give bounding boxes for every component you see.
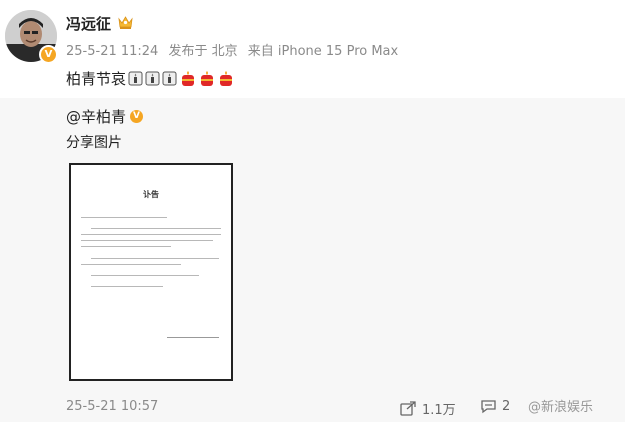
doc-text-line [91, 258, 219, 259]
comment-icon [481, 400, 496, 414]
crown-icon [118, 16, 133, 29]
obituary-image[interactable]: 讣告 [69, 163, 233, 381]
doc-text-line [81, 217, 167, 218]
doc-text-line [91, 228, 221, 229]
doc-text-line [91, 275, 199, 276]
post-meta: 25-5-21 11:24 发布于 北京 来自 iPhone 15 Pro Ma… [66, 40, 404, 59]
lantern-emoji-icon [220, 71, 233, 86]
candle-emoji-icon [145, 71, 160, 86]
obituary-title: 讣告 [143, 190, 159, 199]
share-icon [400, 401, 416, 416]
post-text-content: 柏青节哀 [66, 70, 127, 88]
candle-emoji-icon [128, 71, 143, 86]
post-device: 来自 iPhone 15 Pro Max [247, 44, 399, 59]
original-author[interactable]: @辛柏青 V [66, 106, 144, 127]
doc-signature-line [167, 337, 219, 338]
post-location: 发布于 北京 [168, 44, 238, 59]
repost-date[interactable]: 25-5-21 10:57 [66, 399, 158, 414]
verified-badge-icon: V [130, 110, 144, 123]
lantern-emoji-icon [201, 71, 214, 86]
comment-count: 2 [502, 399, 511, 414]
doc-text-line [91, 286, 163, 287]
original-author-name[interactable]: @辛柏青 [66, 106, 126, 127]
doc-text-line [81, 240, 213, 241]
comment-button[interactable]: 2 [480, 399, 510, 414]
share-count: 1.1万 [422, 403, 456, 418]
candle-emoji-icon [162, 71, 177, 86]
doc-text-line [81, 264, 181, 265]
username[interactable]: 冯远征 [66, 13, 111, 34]
doc-text-line [81, 234, 221, 235]
original-post-text: 分享图片 [66, 135, 122, 151]
doc-text-line [81, 246, 171, 247]
share-button[interactable]: 1.1万 [400, 399, 456, 418]
lantern-emoji-icon [182, 71, 195, 86]
post-time[interactable]: 25-5-21 11:24 [66, 44, 158, 59]
verified-badge-icon: V [39, 45, 58, 64]
post-text: 柏青节哀 [66, 68, 234, 89]
weibo-watermark: @新浪娱乐 [528, 400, 594, 415]
